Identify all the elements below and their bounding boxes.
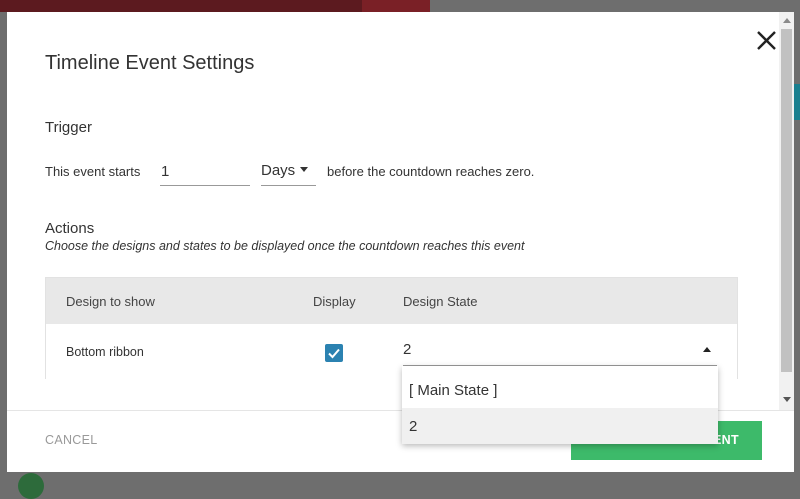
background-app-tab (794, 84, 800, 120)
display-checkbox[interactable] (325, 344, 343, 362)
cancel-button[interactable]: CANCEL (45, 433, 98, 447)
trigger-row: This event starts Days before the countd… (45, 158, 745, 188)
time-unit-value: Days (261, 162, 296, 179)
design-name: Bottom ribbon (66, 345, 144, 359)
trigger-heading: Trigger (45, 119, 92, 136)
event-start-number-input[interactable] (160, 158, 250, 186)
column-header-design-state: Design State (403, 294, 478, 309)
scrollbar-thumb[interactable] (781, 29, 792, 372)
caret-up-icon (703, 347, 711, 352)
timeline-event-settings-modal: Timeline Event Settings Trigger This eve… (7, 12, 794, 472)
column-header-design: Design to show (66, 294, 155, 309)
design-state-value: 2 (403, 341, 412, 358)
background-app-header-accent (362, 0, 430, 12)
table-header: Design to show Display Design State (46, 278, 737, 324)
modal-title: Timeline Event Settings (45, 52, 255, 74)
scroll-up-arrow-icon[interactable] (783, 18, 791, 23)
designs-table: Design to show Display Design State Bott… (45, 277, 738, 379)
dropdown-option-2[interactable]: 2 (402, 408, 718, 444)
column-header-display: Display (313, 294, 356, 309)
trigger-suffix: before the countdown reaches zero. (327, 164, 535, 179)
design-state-select[interactable]: 2 (403, 336, 717, 366)
caret-down-icon (300, 166, 309, 172)
scroll-down-arrow-icon[interactable] (783, 397, 791, 402)
close-button[interactable] (754, 28, 780, 54)
actions-heading: Actions (45, 220, 95, 237)
background-app-avatar (18, 473, 44, 499)
actions-subtitle: Choose the designs and states to be disp… (45, 239, 525, 253)
dropdown-option-main-state[interactable]: [ Main State ] (402, 372, 718, 408)
design-state-dropdown-menu: [ Main State ] 2 (402, 366, 718, 444)
trigger-prefix: This event starts (45, 164, 141, 179)
close-icon (757, 31, 776, 50)
checkmark-icon (328, 348, 340, 359)
time-unit-select[interactable]: Days (261, 158, 316, 186)
modal-scrollbar[interactable] (779, 12, 794, 410)
